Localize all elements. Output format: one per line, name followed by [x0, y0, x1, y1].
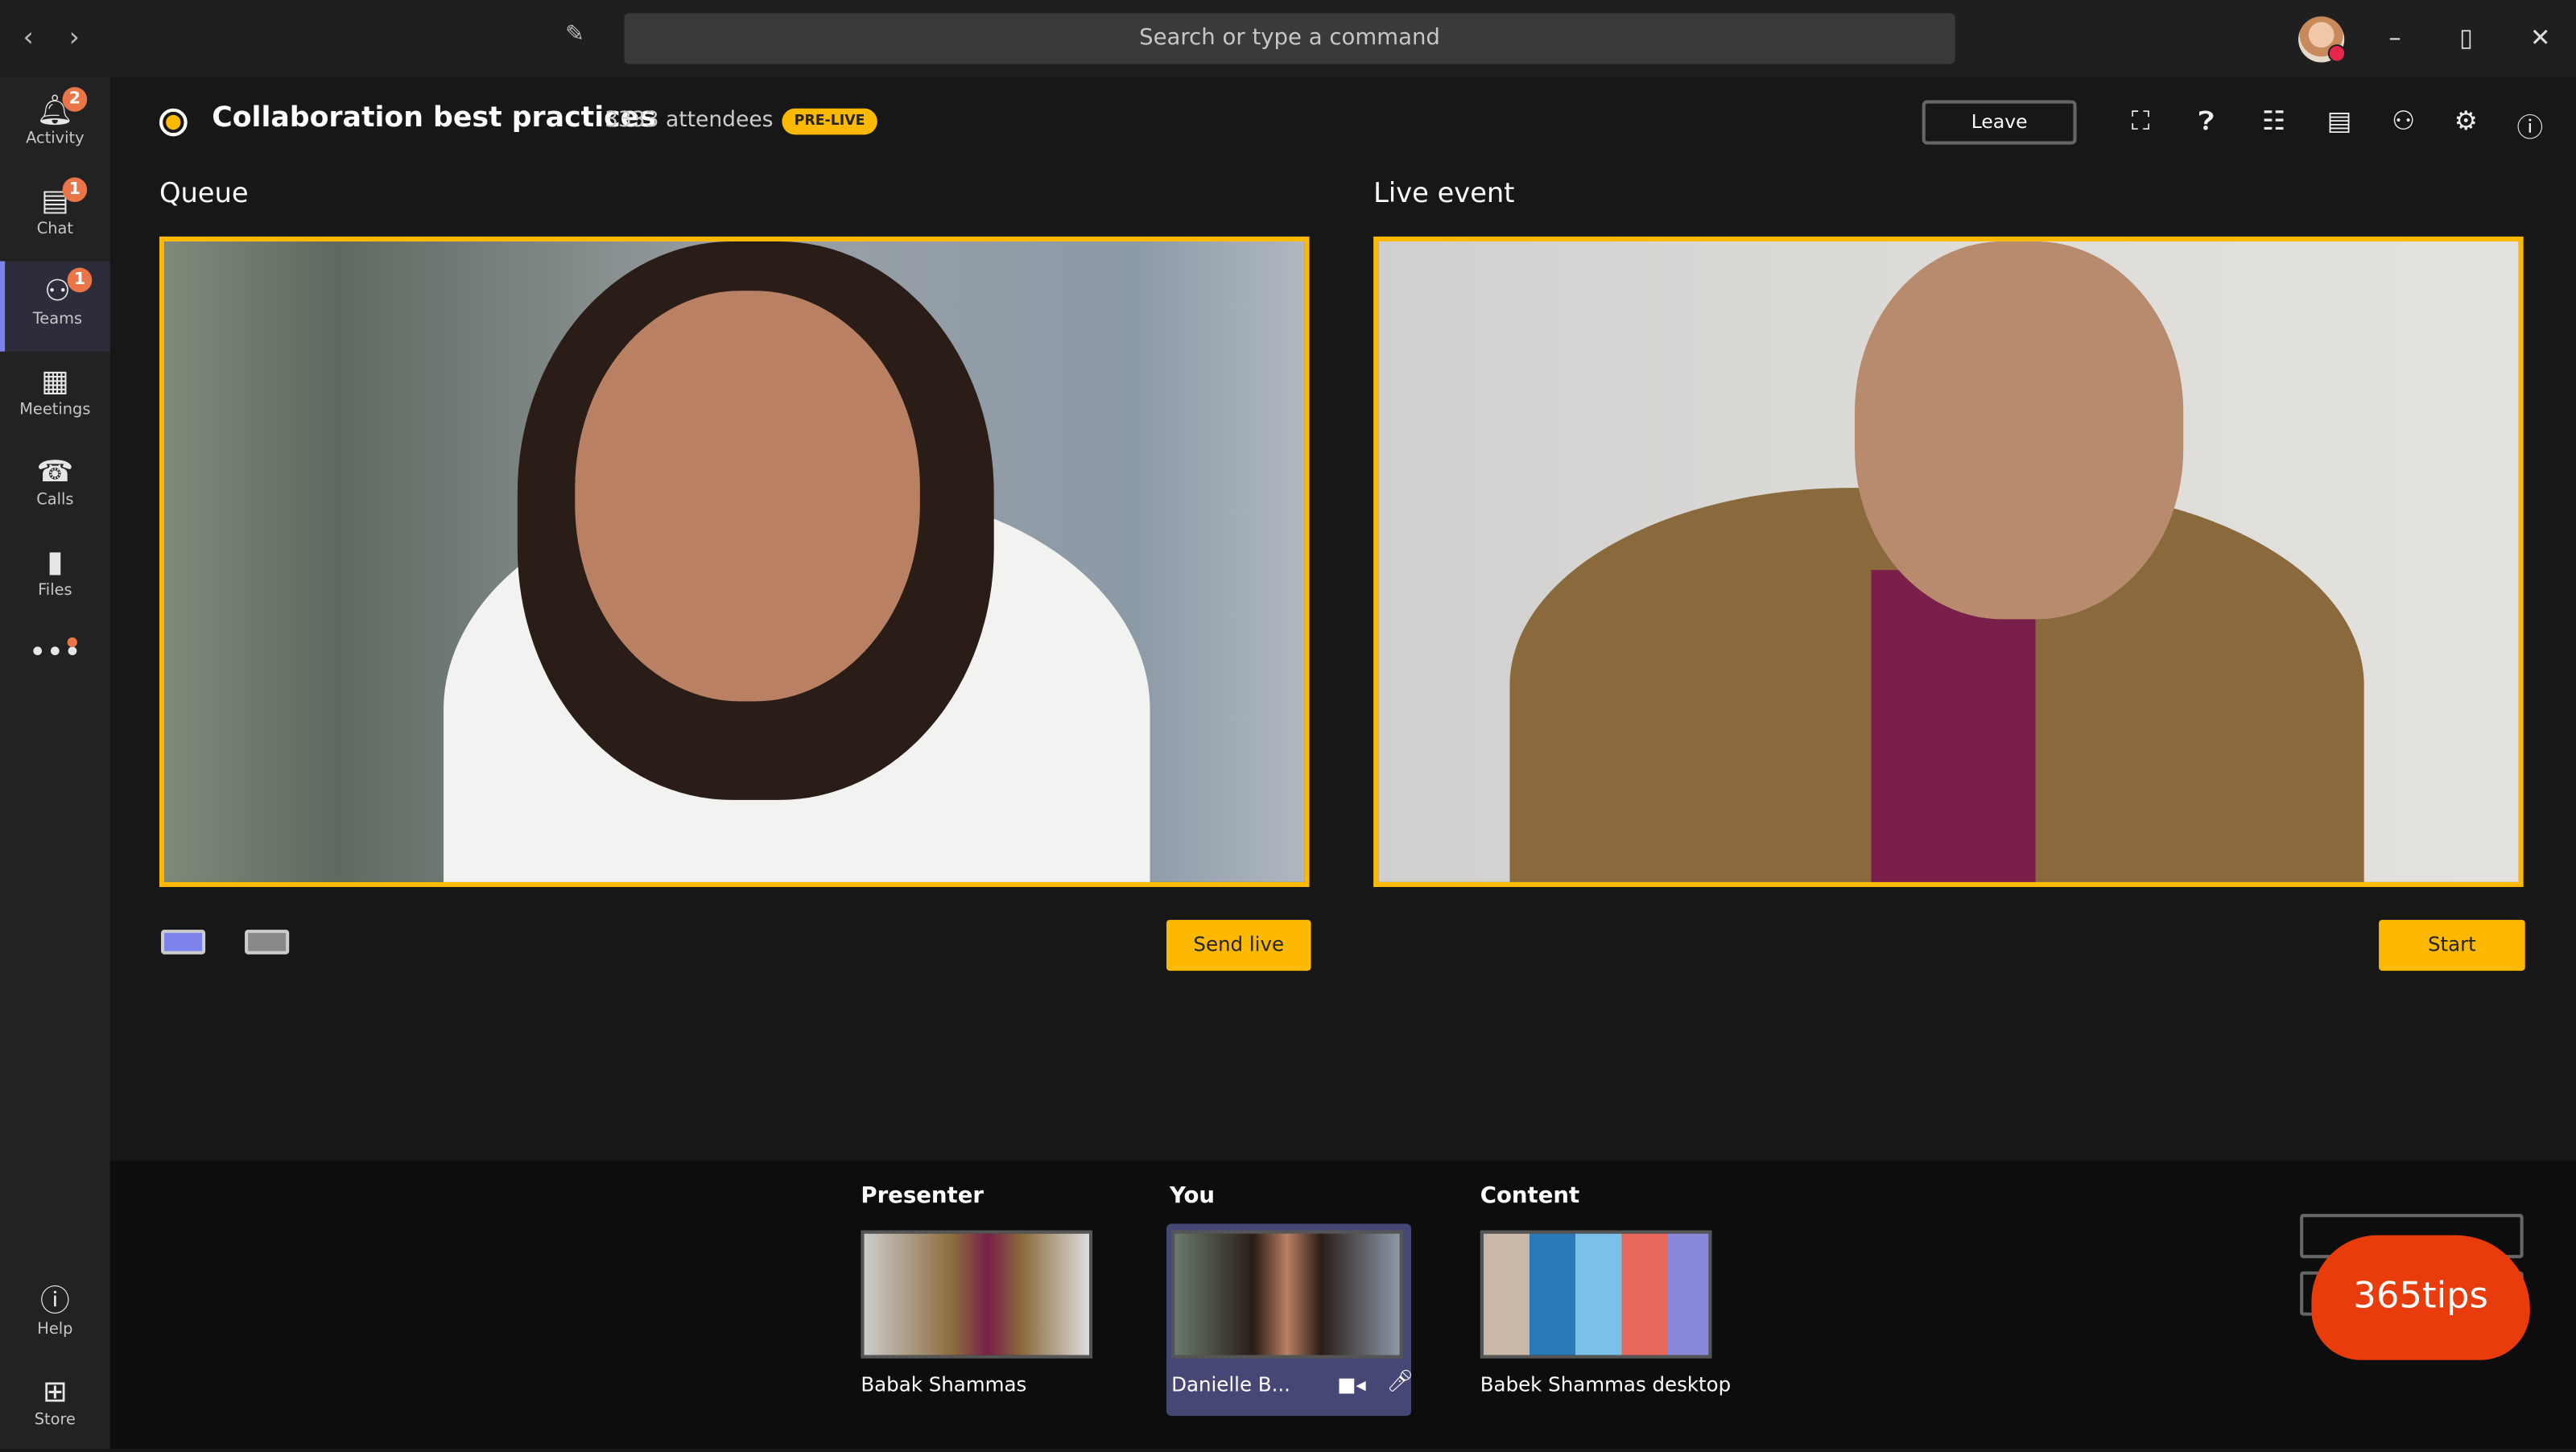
person-face	[1855, 241, 2184, 620]
sidebar-item-label: Meetings	[19, 400, 91, 419]
event-title: Collaboration best practices	[212, 101, 656, 135]
sidebar-item-label: Chat	[36, 220, 74, 238]
presence-status-icon	[2327, 44, 2347, 63]
app-bar: 🔔︎ 2 Activity ▤ 1 Chat ⚇ 1 Teams ▦ Meetings ☎ Ca…	[0, 76, 110, 1452]
microphone-icon[interactable]: 🎤︎	[1386, 1370, 1414, 1395]
teams-icon: ⚇	[43, 274, 71, 309]
send-live-button[interactable]: Send live	[1166, 919, 1311, 971]
sidebar-item-label: Calls	[36, 491, 74, 509]
side-by-side-layout-icon[interactable]	[245, 930, 290, 955]
leave-button[interactable]: Leave	[1922, 100, 2077, 145]
sidebar-item-more[interactable]: •••	[0, 622, 110, 712]
add-people-icon[interactable]: ⚇	[2385, 105, 2421, 137]
queue-label: Queue	[159, 177, 249, 209]
sidebar-item-meetings[interactable]: ▦ Meetings	[0, 352, 110, 442]
content-name: Babek Shammas desktop	[1480, 1373, 1732, 1396]
compose-icon[interactable]: ✎	[565, 22, 584, 48]
sidebar-item-label: Teams	[32, 310, 83, 329]
more-icon: •••	[28, 635, 81, 670]
bell-icon: 🔔︎	[36, 93, 74, 129]
q-and-a-icon[interactable]: ❓︎	[2188, 105, 2224, 138]
presenter-name: Babak Shammas	[861, 1373, 1027, 1396]
settings-icon[interactable]: ⚙	[2448, 105, 2484, 137]
queue-video	[159, 236, 1310, 888]
sidebar-item-label: Activity	[26, 130, 85, 148]
close-icon[interactable]: ✕	[2530, 23, 2551, 53]
chat-icon[interactable]: ▤	[2322, 105, 2358, 137]
sidebar-item-help[interactable]: ⓘ Help	[0, 1272, 110, 1362]
chat-icon: ▤	[40, 184, 69, 219]
sidebar-item-label: Store	[34, 1411, 76, 1429]
teams-badge: 1	[67, 267, 93, 293]
calendar-icon: ▦	[40, 365, 69, 399]
attendee-count: 3333 attendees	[605, 108, 774, 134]
start-button[interactable]: Start	[2379, 919, 2525, 971]
presenter-thumbnail[interactable]	[861, 1230, 1093, 1359]
notification-dot	[67, 637, 77, 648]
store-icon: ⊞	[42, 1375, 68, 1410]
status-badge: PRE-LIVE	[782, 108, 877, 135]
sidebar-item-calls[interactable]: ☎ Calls	[0, 442, 110, 532]
info-icon[interactable]: ⓘ	[2512, 105, 2548, 145]
365tips-watermark: 365tips	[2311, 1235, 2530, 1360]
live-event-video	[1373, 236, 2524, 888]
search-input[interactable]: Search or type a command	[624, 13, 1955, 64]
notes-icon[interactable]: ☷	[2256, 105, 2292, 137]
presenter-label: Presenter	[861, 1182, 984, 1210]
minimize-icon[interactable]: –	[2388, 23, 2401, 53]
file-icon: ▮	[47, 545, 64, 580]
person-face	[575, 291, 920, 702]
single-layout-icon[interactable]	[160, 930, 206, 955]
you-name: Danielle B...	[1171, 1373, 1290, 1396]
watermark-text: 365tips	[2353, 1276, 2488, 1318]
title-bar: ‹ › ✎ Search or type a command – ▯ ✕	[0, 0, 2576, 77]
help-icon: ⓘ	[39, 1284, 70, 1319]
live-event-label: Live event	[1373, 177, 1515, 209]
sidebar-item-label: Files	[38, 581, 72, 600]
back-icon[interactable]: ‹	[23, 22, 34, 53]
phone-icon: ☎	[36, 455, 74, 490]
you-thumbnail[interactable]	[1171, 1230, 1403, 1359]
sidebar-item-activity[interactable]: 🔔︎ 2 Activity	[0, 80, 110, 171]
sidebar-item-label: Help	[37, 1320, 73, 1339]
content-label: Content	[1480, 1182, 1580, 1210]
sidebar-item-chat[interactable]: ▤ 1 Chat	[0, 171, 110, 261]
sidebar-item-teams[interactable]: ⚇ 1 Teams	[0, 261, 110, 352]
sidebar-item-store[interactable]: ⊞ Store	[0, 1362, 110, 1452]
chat-badge: 1	[62, 177, 88, 203]
forward-icon[interactable]: ›	[69, 22, 80, 53]
maximize-icon[interactable]: ▯	[2459, 23, 2473, 53]
camera-icon[interactable]: ■◂	[1337, 1373, 1365, 1396]
content-thumbnail[interactable]	[1480, 1230, 1712, 1359]
fullscreen-icon[interactable]: ⛶	[2123, 105, 2159, 138]
activity-badge: 2	[62, 87, 88, 112]
sidebar-item-files[interactable]: ▮ Files	[0, 532, 110, 622]
event-status-icon	[159, 108, 188, 137]
teams-window: ‹ › ✎ Search or type a command – ▯ ✕ 🔔︎ 2…	[0, 0, 2576, 1449]
you-label: You	[1170, 1182, 1216, 1210]
